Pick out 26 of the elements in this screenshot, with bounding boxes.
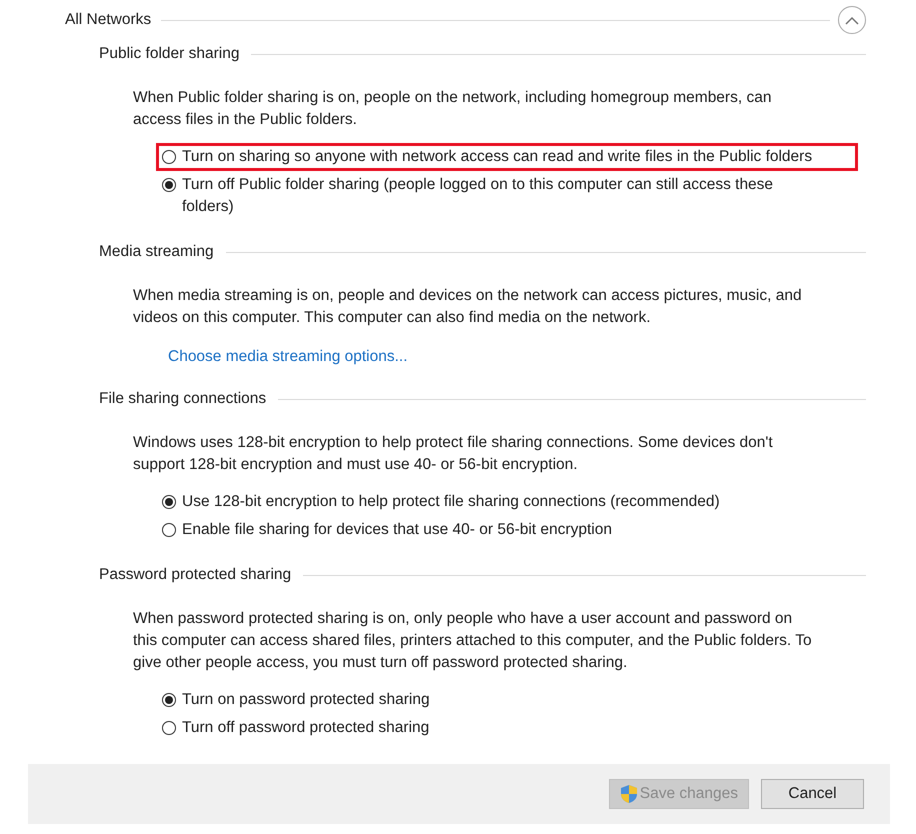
cancel-button[interactable]: Cancel (761, 779, 864, 809)
section-title: Media streaming (99, 242, 214, 262)
radio-button[interactable] (162, 693, 176, 707)
option-label[interactable]: Turn off Public folder sharing (people logged on to this computer can still access these folders) (182, 174, 822, 218)
radio-button[interactable] (162, 721, 176, 735)
section-title: File sharing connections (99, 389, 266, 409)
radio-button[interactable] (162, 523, 176, 537)
option-label[interactable]: Turn off password protected sharing (182, 717, 430, 739)
description-text: When Public folder sharing is on, people on the network, including homegroup members, can access files in the Public folders. (133, 88, 772, 130)
section-title: Password protected sharing (99, 565, 292, 585)
radio-button[interactable] (162, 178, 176, 192)
option-label[interactable]: Enable file sharing for devices that use 40- or 56-bit encryption (182, 519, 612, 541)
description-text: When password protected sharing is on, only people who have a user account and password on this computer can access shared files, printers attached to this computer, and the Public folders. To give other people access, you must turn off password protected sharing. (133, 609, 813, 673)
section-heading: All Networks (65, 10, 152, 30)
description-text: Windows uses 128-bit encryption to help protect file sharing connections. Some devices don't support 128-bit encryption and must use 40- or 56-bit encryption. (133, 433, 774, 475)
radio-button[interactable] (162, 495, 176, 509)
chevron-up-icon (845, 16, 859, 24)
option-label[interactable]: Turn on sharing so anyone with network access can read and write files in the Public folders (182, 146, 812, 168)
options-link[interactable]: Choose media streaming options... (168, 346, 408, 368)
option-label[interactable]: Turn on password protected sharing (182, 689, 430, 711)
option-label[interactable]: Use 128-bit encryption to help protect file sharing connections (recommended) (182, 491, 720, 513)
collapse-button[interactable] (838, 6, 866, 34)
radio-button[interactable] (162, 150, 176, 164)
section-title: Public folder sharing (99, 44, 240, 64)
description-text: When media streaming is on, people and devices on the network can access pictures, music, and videos on this computer. This computer can also find media on the network. (133, 286, 803, 328)
shield-icon (620, 784, 638, 804)
